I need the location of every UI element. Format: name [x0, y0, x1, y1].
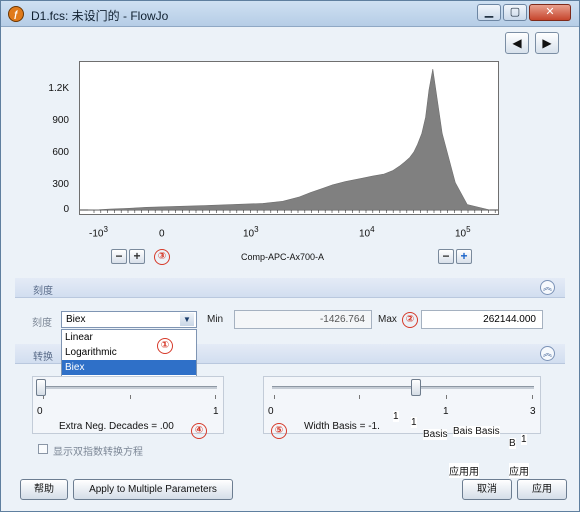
- x-axis-title: Comp-APC-Ax700-A: [241, 252, 325, 262]
- histogram-svg: [80, 69, 498, 213]
- scale-option-biex[interactable]: Biex: [62, 360, 196, 375]
- apply-multiple-button[interactable]: Apply to Multiple Parameters: [73, 479, 233, 500]
- x-tick-label: 104: [359, 225, 375, 240]
- min-field[interactable]: -1426.764: [234, 310, 372, 329]
- y-tick-label: 600: [52, 147, 69, 158]
- scale-label: 刻度: [32, 318, 52, 329]
- chevron-down-icon[interactable]: ▼: [180, 313, 194, 326]
- artifact-text: 1: [411, 417, 417, 428]
- scale-select[interactable]: Biex ▼: [61, 311, 197, 328]
- marker-4: ④: [191, 423, 207, 439]
- collapse-icon[interactable]: ︽: [540, 280, 555, 295]
- slider-tick: [130, 395, 131, 399]
- scale-option-linear[interactable]: Linear: [62, 330, 196, 345]
- window-title: D1.fcs: 未设门的 - FlowJo: [31, 9, 169, 23]
- flowjo-icon: ƒ: [8, 6, 24, 22]
- slider-tick: [215, 395, 216, 399]
- extra-neg-value-label: Extra Neg. Decades = .00: [59, 421, 174, 432]
- width-basis-max: 3: [530, 406, 536, 417]
- arrow-left-icon: ◀: [512, 36, 522, 50]
- marker-3: ③: [154, 249, 170, 265]
- zoom-out-left-button[interactable]: −: [111, 249, 127, 264]
- extra-neg-max: 1: [213, 406, 219, 417]
- width-basis-slider-thumb[interactable]: [411, 379, 422, 396]
- width-basis-track[interactable]: [272, 386, 534, 389]
- x-tick-label: 105: [455, 225, 471, 240]
- x-tick-label: 0: [159, 228, 165, 240]
- artifact-text: Bais Basis: [453, 426, 500, 437]
- maximize-button[interactable]: ▢: [503, 4, 527, 21]
- x-tick-label: 103: [243, 225, 259, 240]
- extra-neg-track[interactable]: [41, 386, 217, 389]
- title-bar: ƒ D1.fcs: 未设门的 - FlowJo ▁ ▢ ✕: [1, 1, 579, 27]
- y-tick-label: 1.2K: [48, 83, 69, 94]
- max-label: Max: [378, 314, 397, 325]
- slider-tick: [359, 395, 360, 399]
- histogram-plot[interactable]: [79, 61, 499, 215]
- next-parameter-button[interactable]: ▶: [535, 32, 559, 54]
- close-button[interactable]: ✕: [529, 4, 571, 21]
- width-basis-mid: 1: [443, 406, 449, 417]
- apply-button[interactable]: 应用: [517, 479, 567, 500]
- slider-tick: [446, 395, 447, 399]
- artifact-text: 1: [521, 434, 527, 445]
- flowjo-window: ƒ D1.fcs: 未设门的 - FlowJo ▁ ▢ ✕ ◀ ▶ 1.2K 9…: [0, 0, 580, 512]
- scale-selected-value: Biex: [66, 314, 86, 325]
- minimize-button[interactable]: ▁: [477, 4, 501, 21]
- artifact-text: 应用: [509, 463, 529, 478]
- extra-neg-slider-thumb[interactable]: [36, 379, 46, 396]
- slider-tick: [532, 395, 533, 399]
- marker-1: ①: [157, 338, 173, 354]
- artifact-text: 1: [393, 411, 399, 422]
- collapse-icon[interactable]: ︽: [540, 346, 555, 361]
- zoom-in-left-button[interactable]: +: [129, 249, 145, 264]
- marker-5: ⑤: [271, 423, 287, 439]
- max-field[interactable]: 262144.000: [421, 310, 543, 329]
- help-button[interactable]: 帮助: [20, 479, 68, 500]
- histogram-area: [87, 69, 491, 211]
- artifact-text: B: [509, 438, 516, 449]
- slider-tick: [274, 395, 275, 399]
- show-equation-label: 显示双指数转换方程: [53, 447, 143, 458]
- marker-2: ②: [402, 312, 418, 328]
- artifact-text: 应用用: [449, 463, 479, 478]
- scale-section-title: 刻度: [33, 286, 53, 297]
- width-basis-value-label: Width Basis = -1.: [304, 421, 380, 432]
- zoom-in-right-button[interactable]: +: [456, 249, 472, 264]
- artifact-text: Basis: [423, 429, 448, 440]
- y-tick-label: 900: [52, 115, 69, 126]
- zoom-out-right-button[interactable]: −: [438, 249, 454, 264]
- x-tick-label: -103: [89, 225, 108, 240]
- cancel-button[interactable]: 取消: [462, 479, 512, 500]
- extra-neg-min: 0: [37, 406, 43, 417]
- y-tick-label: 300: [52, 179, 69, 190]
- show-equation-checkbox[interactable]: [38, 444, 48, 454]
- previous-parameter-button[interactable]: ◀: [505, 32, 529, 54]
- scale-dropdown-list: Linear Logarithmic Biex: [61, 329, 197, 377]
- transform-section-title: 转换: [33, 352, 53, 363]
- min-label: Min: [207, 314, 224, 325]
- scale-option-logarithmic[interactable]: Logarithmic: [62, 345, 196, 360]
- width-basis-min: 0: [268, 406, 274, 417]
- arrow-right-icon: ▶: [542, 36, 552, 50]
- scale-section-header[interactable]: 刻度 ︽: [15, 278, 565, 298]
- y-tick-label: 0: [63, 204, 69, 215]
